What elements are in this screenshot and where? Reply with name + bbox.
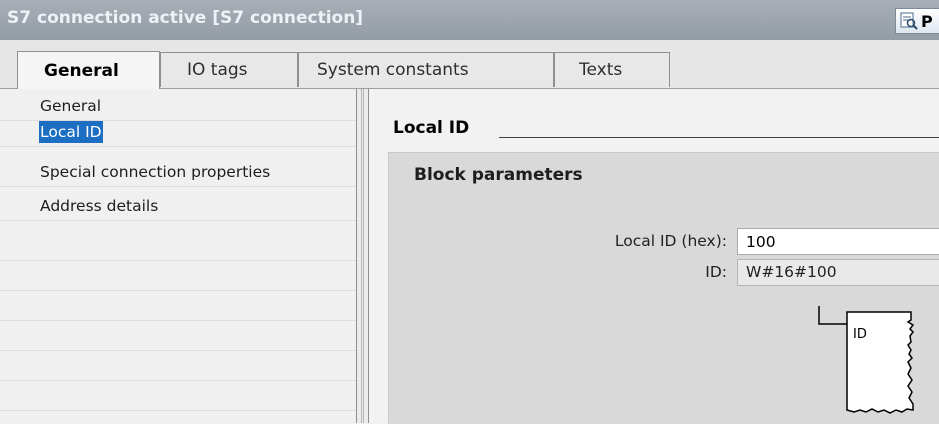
nav-empty-row: [0, 265, 356, 291]
properties-button-label: P: [921, 11, 933, 31]
nav-item-general[interactable]: General: [0, 95, 356, 121]
properties-button[interactable]: P: [895, 8, 939, 34]
content-area: Local ID Block parameters Local ID (hex)…: [369, 89, 939, 424]
id-value-field: W#16#100: [737, 259, 939, 286]
tab-general[interactable]: General: [17, 51, 160, 89]
panel-title: Block parameters: [414, 165, 583, 185]
nav-empty-row: [0, 385, 356, 411]
tab-io-tags[interactable]: IO tags: [160, 52, 298, 87]
nav-empty-row: [0, 355, 356, 381]
id-label: ID:: [705, 263, 727, 281]
block-pin-label: ID: [853, 327, 867, 342]
property-navigation: General Local ID Special connection prop…: [0, 89, 356, 423]
local-id-hex-label: Local ID (hex):: [614, 232, 727, 250]
nav-item-label: Local ID: [39, 121, 103, 143]
nav-empty-row: [0, 295, 356, 321]
nav-item-special-connection-properties[interactable]: Special connection properties: [0, 161, 356, 187]
section-title: Local ID: [393, 118, 470, 138]
nav-item-label: General: [40, 97, 102, 115]
nav-item-local-id[interactable]: Local ID: [0, 121, 356, 147]
window-title: S7 connection active [S7 connection]: [7, 8, 364, 28]
nav-item-address-details[interactable]: Address details: [0, 195, 356, 221]
tab-system-constants[interactable]: System constants: [298, 52, 554, 87]
nav-item-label: Special connection properties: [40, 163, 271, 181]
function-block-icon: [818, 306, 915, 414]
properties-icon: [900, 12, 918, 30]
nav-empty-row: [0, 325, 356, 351]
tab-strip: General IO tags System constants Texts: [0, 40, 939, 89]
splitter-grip: [361, 89, 364, 423]
title-bar: S7 connection active [S7 connection] P: [0, 0, 939, 41]
nav-empty-row: [0, 235, 356, 261]
local-id-hex-input[interactable]: [737, 228, 939, 255]
tab-texts[interactable]: Texts: [554, 52, 670, 87]
nav-item-label: Address details: [40, 197, 159, 215]
section-divider: [499, 137, 939, 138]
panel-splitter[interactable]: [356, 89, 369, 423]
